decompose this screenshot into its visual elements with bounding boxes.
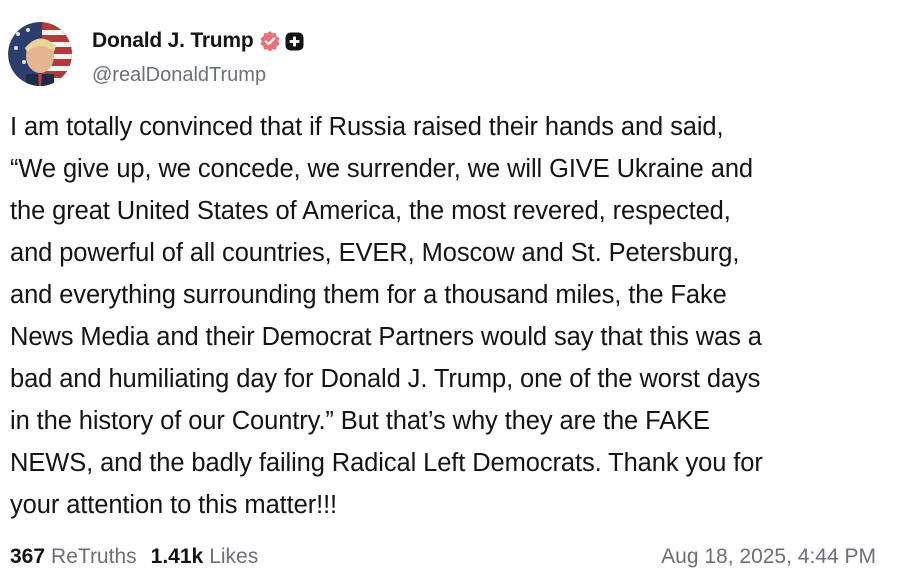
- post-stats: 367 ReTruths 1.41k Likes: [10, 545, 272, 569]
- likes-label: Likes: [209, 545, 259, 568]
- post-line: and everything surrounding them for a th…: [10, 281, 727, 309]
- post-timestamp[interactable]: Aug 18, 2025, 4:44 PM: [661, 545, 876, 569]
- display-name[interactable]: Donald J. Trump: [92, 29, 254, 53]
- author-info: Donald J. Trump @realDonaldTrump: [92, 28, 304, 87]
- retruths-label: ReTruths: [51, 545, 137, 568]
- post-header: Donald J. Trump @realDonaldTrump: [8, 22, 304, 94]
- post-line: the great United States of America, the …: [10, 197, 731, 225]
- truth-post: Donald J. Trump @realDonaldTrump I am to…: [0, 0, 900, 577]
- post-line: bad and humiliating day for Donald J. Tr…: [10, 365, 761, 393]
- likes-stat[interactable]: 1.41k Likes: [151, 545, 259, 569]
- author-handle[interactable]: @realDonaldTrump: [92, 64, 304, 87]
- post-line: NEWS, and the badly failing Radical Left…: [10, 449, 763, 477]
- retruths-stat[interactable]: 367 ReTruths: [10, 545, 137, 569]
- post-line: I am totally convinced that if Russia ra…: [10, 113, 724, 141]
- retruths-count: 367: [10, 545, 46, 568]
- post-line: News Media and their Democrat Partners w…: [10, 323, 762, 351]
- name-row: Donald J. Trump: [92, 28, 304, 54]
- plus-badge-icon: [285, 32, 304, 51]
- likes-count: 1.41k: [150, 545, 204, 568]
- avatar[interactable]: [8, 22, 72, 86]
- post-body: I am totally convinced that if Russia ra…: [10, 106, 890, 526]
- post-line: your attention to this matter!!!: [10, 491, 338, 519]
- post-footer: 367 ReTruths 1.41k Likes Aug 18, 2025, 4…: [10, 540, 876, 574]
- post-line: and powerful of all countries, EVER, Mos…: [10, 239, 740, 267]
- post-line: “We give up, we concede, we surrender, w…: [10, 155, 753, 183]
- verified-badge-icon: [259, 30, 281, 52]
- post-line: in the history of our Country.” But that…: [10, 407, 710, 435]
